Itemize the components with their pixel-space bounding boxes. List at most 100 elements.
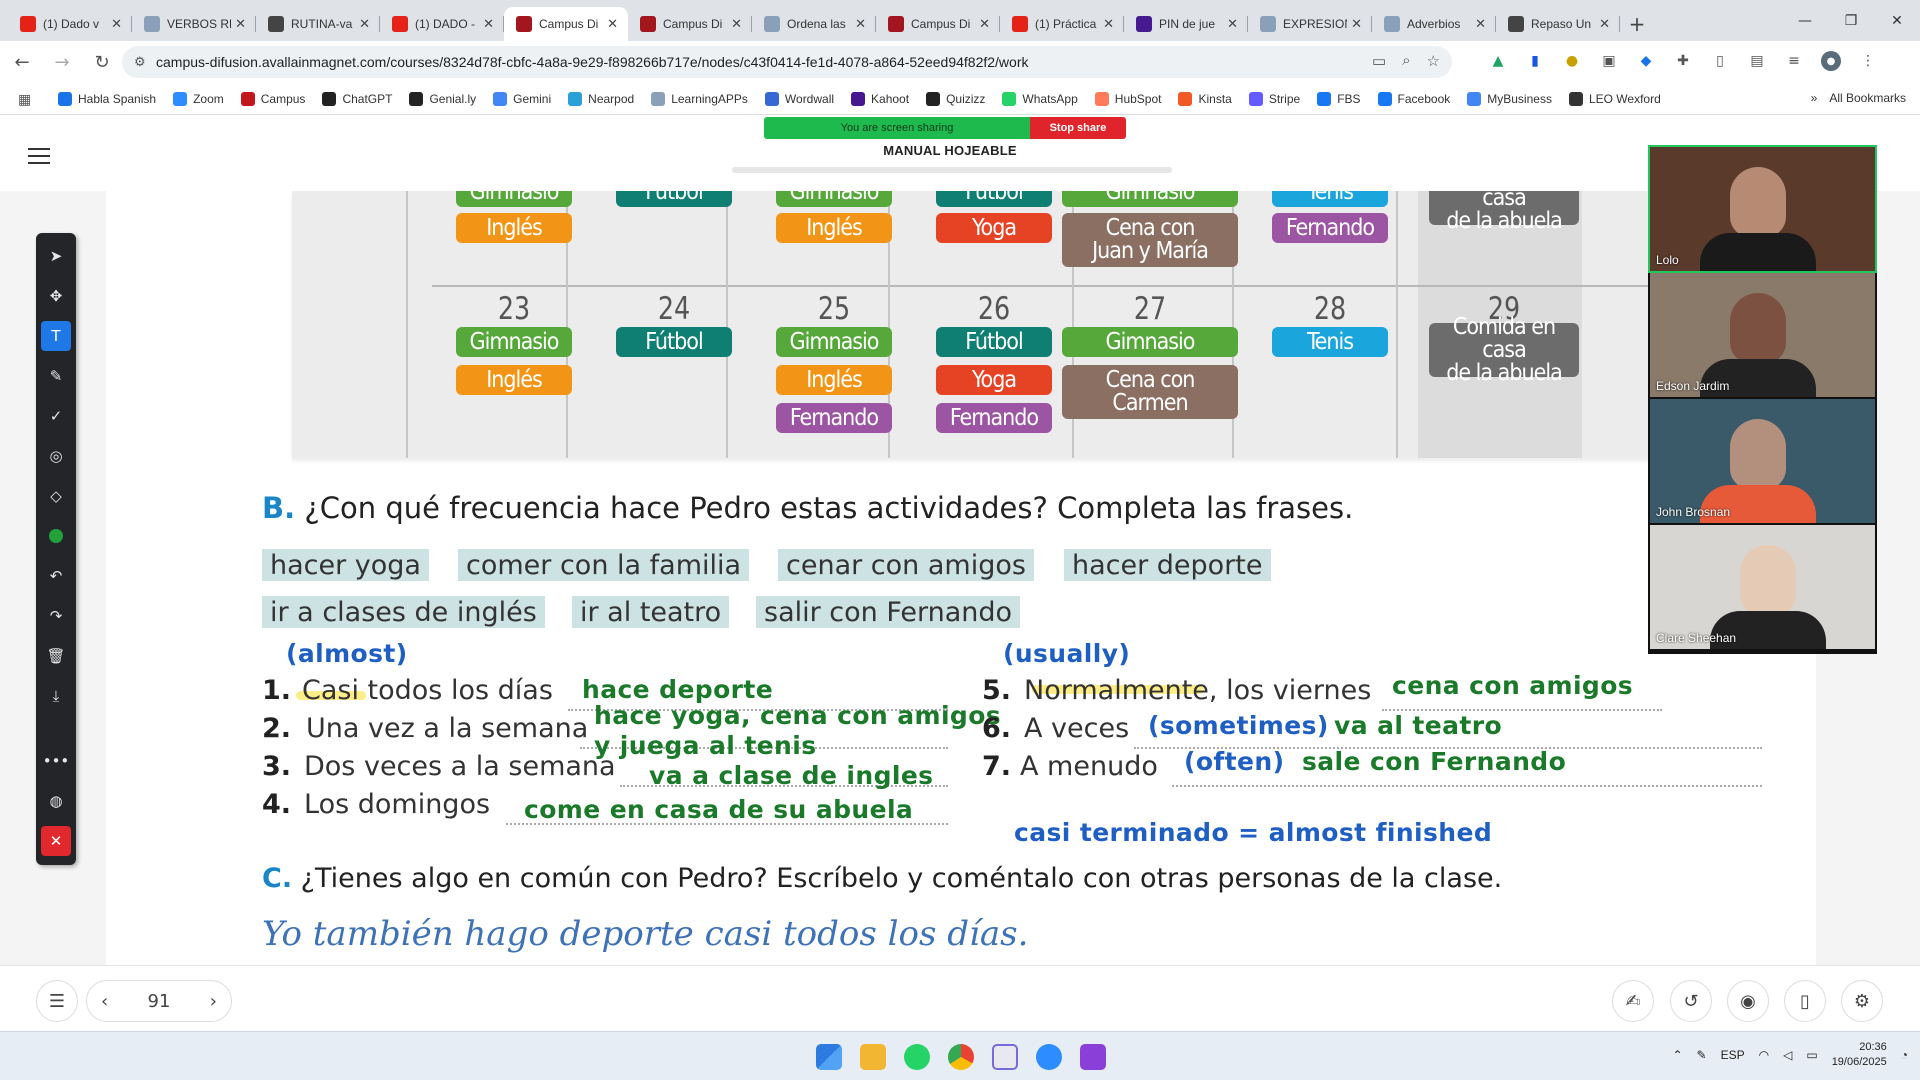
minimize-icon[interactable]: — <box>1782 0 1828 41</box>
apps-grid-icon[interactable]: ▦ <box>18 91 31 108</box>
snipping-tool-icon[interactable] <box>992 1044 1018 1070</box>
bookmark-item[interactable]: Quizizz <box>926 91 985 106</box>
browser-tab[interactable]: Campus Di ✕ <box>876 7 1000 41</box>
all-bookmarks-button[interactable]: All Bookmarks <box>1829 91 1906 105</box>
bookmark-item[interactable]: ChatGPT <box>322 91 392 106</box>
bookmark-item[interactable]: LearningAPPs <box>651 91 748 106</box>
close-annotation-icon[interactable]: ✕ <box>41 826 71 856</box>
tab-close-icon[interactable]: ✕ <box>607 16 618 32</box>
trash-ext-icon[interactable]: ▮ <box>1525 51 1545 71</box>
bookmark-item[interactable]: Campus <box>240 91 305 106</box>
prev-page-icon[interactable]: ‹ <box>101 991 108 1012</box>
bookmark-star-icon[interactable]: ☆ <box>1427 52 1440 70</box>
tab-close-icon[interactable]: ✕ <box>855 16 866 32</box>
tab-close-icon[interactable]: ✕ <box>1103 16 1114 32</box>
tab-close-icon[interactable]: ✕ <box>235 16 246 32</box>
forward-icon[interactable]: → <box>44 44 80 80</box>
wifi-icon[interactable]: ◠ <box>1759 1048 1769 1062</box>
menu-icon[interactable] <box>28 148 50 166</box>
site-info-icon[interactable]: ⚙ <box>134 54 146 70</box>
move-tool-icon[interactable]: ✥ <box>41 281 71 311</box>
chrome-taskbar-icon[interactable] <box>948 1044 974 1070</box>
tab-close-icon[interactable]: ✕ <box>1351 16 1362 32</box>
browser-tab[interactable]: (1) Práctica ✕ <box>1000 7 1124 41</box>
participant-video[interactable]: Lolo <box>1648 145 1877 273</box>
reset-icon[interactable]: ↺ <box>1670 980 1712 1022</box>
annotate-taskbar-icon[interactable] <box>1080 1044 1106 1070</box>
pen-tool-icon[interactable]: ✎ <box>41 361 71 391</box>
browser-tab[interactable]: EXPRESION ✕ <box>1248 7 1372 41</box>
page-number[interactable]: 91 <box>148 991 171 1012</box>
bookmark-item[interactable]: HubSpot <box>1094 91 1161 106</box>
tray-pen-icon[interactable]: ✎ <box>1697 1048 1707 1062</box>
bookmarks-overflow-icon[interactable]: » <box>1811 91 1818 105</box>
bookmark-item[interactable]: Kinsta <box>1178 91 1232 106</box>
tab-close-icon[interactable]: ✕ <box>1475 16 1486 32</box>
tab-close-icon[interactable]: ✕ <box>1599 16 1610 32</box>
new-tab-icon[interactable]: + <box>1620 7 1654 41</box>
bookmark-page-icon[interactable]: ▯ <box>1784 980 1826 1022</box>
file-explorer-icon[interactable] <box>860 1044 886 1070</box>
next-page-icon[interactable]: › <box>210 991 217 1012</box>
profile-avatar[interactable]: ● <box>1821 51 1841 71</box>
puzzle-icon[interactable]: ✚ <box>1673 51 1693 71</box>
view-icon[interactable]: ◉ <box>1727 980 1769 1022</box>
browser-tab[interactable]: (1) Dado v ✕ <box>8 7 132 41</box>
bookmark-item[interactable]: MyBusiness <box>1467 91 1552 106</box>
participant-video[interactable]: John Brosnan <box>1650 399 1875 523</box>
tab-close-icon[interactable]: ✕ <box>979 16 990 32</box>
bookmark-item[interactable]: Gemini <box>493 91 551 106</box>
tag-ext-icon[interactable]: ◆ <box>1636 51 1656 71</box>
settings-gear-icon[interactable]: ⚙ <box>1841 980 1883 1022</box>
browser-tab[interactable]: Campus Di ✕ <box>628 7 752 41</box>
browser-tab[interactable]: Ordena las ✕ <box>752 7 876 41</box>
browser-tab[interactable]: Repaso Un ✕ <box>1496 7 1620 41</box>
whatsapp-taskbar-icon[interactable] <box>904 1044 930 1070</box>
notification-icon[interactable]: ◔ <box>1901 1048 1908 1062</box>
tab-close-icon[interactable]: ✕ <box>111 16 122 32</box>
zoom-taskbar-icon[interactable] <box>1036 1044 1062 1070</box>
bookmark-item[interactable]: Genial.ly <box>409 91 476 106</box>
eraser-tool-icon[interactable]: ◇ <box>41 481 71 511</box>
battery-icon[interactable]: ▭ <box>1806 1048 1817 1062</box>
redo-icon[interactable]: ↷ <box>41 601 71 631</box>
save-annotation-icon[interactable]: ⤓ <box>41 681 71 711</box>
browser-tab[interactable]: PIN de jue ✕ <box>1124 7 1248 41</box>
bookmark-item[interactable]: Habla Spanish <box>58 91 156 106</box>
annotator-user-icon[interactable]: ◍ <box>41 786 71 816</box>
start-icon[interactable] <box>816 1044 842 1070</box>
close-window-icon[interactable]: ✕ <box>1874 0 1920 41</box>
language-indicator[interactable]: ESP <box>1721 1048 1745 1062</box>
bookmark-item[interactable]: Nearpod <box>568 91 634 106</box>
participant-video[interactable]: Edson Jardim <box>1650 273 1875 397</box>
window-ext-icon[interactable]: ▤ <box>1747 51 1767 71</box>
color-picker-icon[interactable] <box>41 521 71 551</box>
back-icon[interactable]: ← <box>4 44 40 80</box>
drive-icon[interactable]: ▲ <box>1488 51 1508 71</box>
browser-tab[interactable]: RUTINA-va ✕ <box>256 7 380 41</box>
text-tool-icon[interactable]: T <box>41 321 71 351</box>
browser-tab[interactable]: Adverbios ✕ <box>1372 7 1496 41</box>
toc-icon[interactable]: ☰ <box>36 980 78 1022</box>
check-tool-icon[interactable]: ✓ <box>41 401 71 431</box>
participant-video[interactable]: Clare Sheehan <box>1650 525 1875 649</box>
notes-icon[interactable]: ✍ <box>1612 980 1654 1022</box>
cast-icon[interactable]: ▭ <box>1372 52 1386 70</box>
address-bar[interactable]: ⚙ campus-difusion.avallainmagnet.com/cou… <box>122 46 1452 78</box>
bookmark-item[interactable]: Facebook <box>1377 91 1450 106</box>
tab-close-icon[interactable]: ✕ <box>359 16 370 32</box>
spotlight-tool-icon[interactable]: ◎ <box>41 441 71 471</box>
delete-ext-icon[interactable]: ▯ <box>1710 51 1730 71</box>
reload-icon[interactable]: ↻ <box>84 44 120 80</box>
bookmark-item[interactable]: WhatsApp <box>1002 91 1078 106</box>
bookmark-item[interactable]: LEO Wexford <box>1568 91 1661 106</box>
tray-chevron-icon[interactable]: ⌃ <box>1672 1048 1682 1062</box>
tab-close-icon[interactable]: ✕ <box>483 16 494 32</box>
bookmark-item[interactable]: Zoom <box>173 91 224 106</box>
undo-icon[interactable]: ↶ <box>41 561 71 591</box>
bookmark-item[interactable]: Wordwall <box>764 91 834 106</box>
sharing-status[interactable]: You are screen sharing <box>764 117 1030 139</box>
browser-tab[interactable]: (1) DADO - ✕ <box>380 7 504 41</box>
bookmark-item[interactable]: FBS <box>1317 91 1361 106</box>
clear-all-icon[interactable]: 🗑 <box>41 641 71 671</box>
